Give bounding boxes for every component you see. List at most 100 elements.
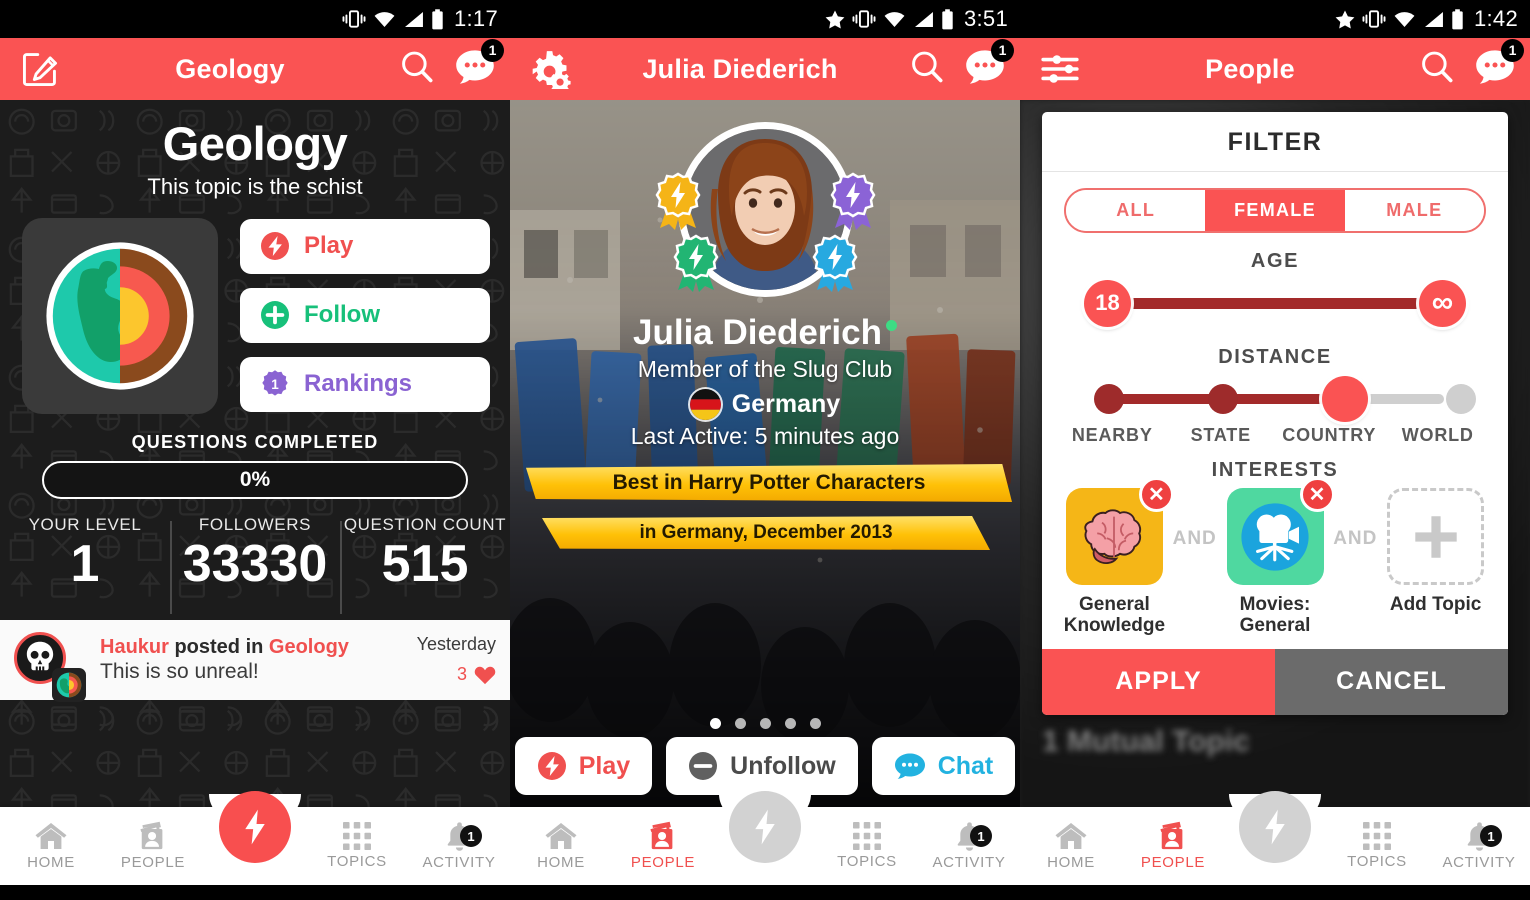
tab-activity[interactable]: ACTIVITY 1 [408, 821, 510, 871]
interest-tile[interactable]: ✕ [1226, 477, 1335, 585]
carousel-dot[interactable] [734, 718, 746, 729]
interest-movies-general[interactable]: ✕ Movies: General [1221, 477, 1335, 637]
gender-option-male[interactable]: MALE [1344, 190, 1484, 231]
home-icon [34, 821, 68, 851]
tab-people[interactable]: PEOPLE [102, 821, 204, 871]
quick-play-fab[interactable] [729, 791, 801, 863]
sliders-filter-icon[interactable] [1034, 51, 1086, 87]
background-list-text: 1 Mutual Topic [1042, 725, 1250, 758]
progress-bar: 0% [42, 460, 468, 499]
interest-tile[interactable]: ✕ [1065, 477, 1174, 585]
interest-label: General Knowledge [1064, 594, 1165, 637]
close-icon[interactable]: ✕ [1299, 477, 1335, 512]
badge-ribbon-blue[interactable] [809, 234, 861, 292]
badge-ribbon-purple[interactable] [827, 172, 879, 230]
feed-item[interactable]: Haukur posted in Geology This is so unre… [0, 619, 510, 702]
add-topic-button[interactable]: Add Topic [1381, 488, 1490, 615]
gender-option-female[interactable]: FEMALE [1205, 190, 1345, 231]
earth-cross-section-icon [52, 667, 86, 702]
award-ribbon-primary: Best in Harry Potter Characters [526, 464, 1012, 502]
tab-topics[interactable]: TOPICS [816, 822, 918, 870]
chat-icon[interactable]: 1 [454, 38, 504, 91]
search-icon[interactable] [398, 48, 436, 91]
search-icon[interactable] [1418, 48, 1456, 91]
distance-label-nearby: NEARBY [1071, 425, 1153, 445]
age-range-slider[interactable]: 18 ∞ [1084, 277, 1466, 329]
cancel-button[interactable]: CANCEL [1275, 648, 1508, 715]
stat-followers: FOLLOWERS 33330 [170, 515, 340, 620]
app-bar: People 1 [1020, 38, 1530, 100]
earth-cross-section-icon [40, 236, 200, 396]
badge-ribbon-gold[interactable] [652, 172, 704, 230]
vibrate-icon [1362, 10, 1386, 28]
chat-icon[interactable]: 1 [964, 38, 1014, 91]
feed-likes[interactable]: 3 [417, 664, 496, 685]
grid-icon [853, 822, 881, 850]
settings-gears-icon[interactable] [524, 49, 576, 89]
status-bar: 1:17 [0, 0, 510, 38]
compose-icon[interactable] [14, 49, 66, 89]
carousel-dot[interactable] [709, 718, 721, 729]
chat-button[interactable]: Chat [871, 737, 1016, 795]
distance-node-country[interactable] [1322, 376, 1368, 422]
age-max-handle[interactable]: ∞ [1419, 279, 1466, 327]
tab-people[interactable]: PEOPLE [1122, 821, 1224, 871]
progress-label: QUESTIONS COMPLETED [131, 431, 379, 452]
tab-home[interactable]: HOME [1020, 821, 1122, 871]
carousel-dot[interactable] [809, 718, 821, 729]
gender-option-all[interactable]: ALL [1066, 190, 1206, 231]
profile-tagline: Member of the Slug Club [637, 356, 893, 382]
play-button[interactable]: Play [514, 737, 653, 795]
android-nav-bar [510, 885, 1020, 900]
avatar[interactable] [678, 122, 853, 297]
topic-tagline: This topic is the schist [147, 173, 363, 199]
profile-name-row: Julia Diederich [510, 313, 1020, 353]
carousel-dots[interactable] [510, 718, 1020, 729]
rankings-button[interactable]: Rankings [240, 356, 490, 412]
tab-home[interactable]: HOME [510, 821, 612, 871]
age-min-handle[interactable]: 18 [1084, 279, 1131, 327]
interest-conjunction: AND [1333, 528, 1378, 549]
distance-label-country: COUNTRY [1282, 425, 1377, 445]
tab-people[interactable]: PEOPLE [612, 821, 714, 871]
people-card-icon [136, 821, 170, 851]
search-icon[interactable] [908, 48, 946, 91]
profile-body: Julia Diederich Member of the Slug Club … [510, 100, 1020, 807]
quick-play-fab[interactable] [219, 791, 291, 863]
tab-activity[interactable]: ACTIVITY 1 [918, 821, 1020, 871]
badge-ribbon-green[interactable] [670, 234, 722, 292]
tab-activity[interactable]: ACTIVITY 1 [1428, 821, 1530, 871]
topic-header: Geology This topic is the schist [0, 100, 510, 200]
distance-slider[interactable] [1094, 375, 1476, 423]
tab-home[interactable]: HOME [0, 821, 102, 871]
grid-icon [343, 822, 371, 850]
distance-node-state[interactable] [1208, 384, 1238, 414]
topic-name: Geology [162, 117, 348, 170]
age-track [1112, 297, 1438, 309]
status-time: 3:51 [963, 6, 1008, 31]
tab-label: HOME [27, 854, 75, 871]
unfollow-button[interactable]: Unfollow [666, 737, 858, 795]
carousel-dot[interactable] [784, 718, 796, 729]
distance-node-nearby[interactable] [1094, 384, 1124, 414]
play-button[interactable]: Play [240, 218, 490, 274]
signal-icon [913, 11, 934, 28]
interest-conjunction: AND [1172, 528, 1217, 549]
distance-node-world[interactable] [1446, 384, 1476, 414]
chat-icon[interactable]: 1 [1474, 38, 1524, 91]
quick-play-fab[interactable] [1239, 791, 1311, 863]
tab-topics[interactable]: TOPICS [306, 822, 408, 870]
app-bar: Julia Diederich 1 [510, 38, 1020, 100]
gender-segmented-control: ALL FEMALE MALE [1064, 188, 1486, 233]
interest-general-knowledge[interactable]: ✕ General Knowledge [1060, 477, 1174, 637]
page-title: Julia Diederich [642, 53, 838, 84]
tab-topics[interactable]: TOPICS [1326, 822, 1428, 870]
award-ribbon-secondary: in Germany, December 2013 [542, 516, 990, 550]
progress-value: 0% [239, 467, 271, 491]
add-topic-tile[interactable] [1387, 488, 1485, 585]
interests-section-label: INTERESTS [1211, 459, 1339, 481]
follow-button[interactable]: Follow [240, 287, 490, 343]
carousel-dot[interactable] [759, 718, 771, 729]
apply-button[interactable]: APPLY [1042, 648, 1275, 715]
close-icon[interactable]: ✕ [1138, 477, 1174, 512]
